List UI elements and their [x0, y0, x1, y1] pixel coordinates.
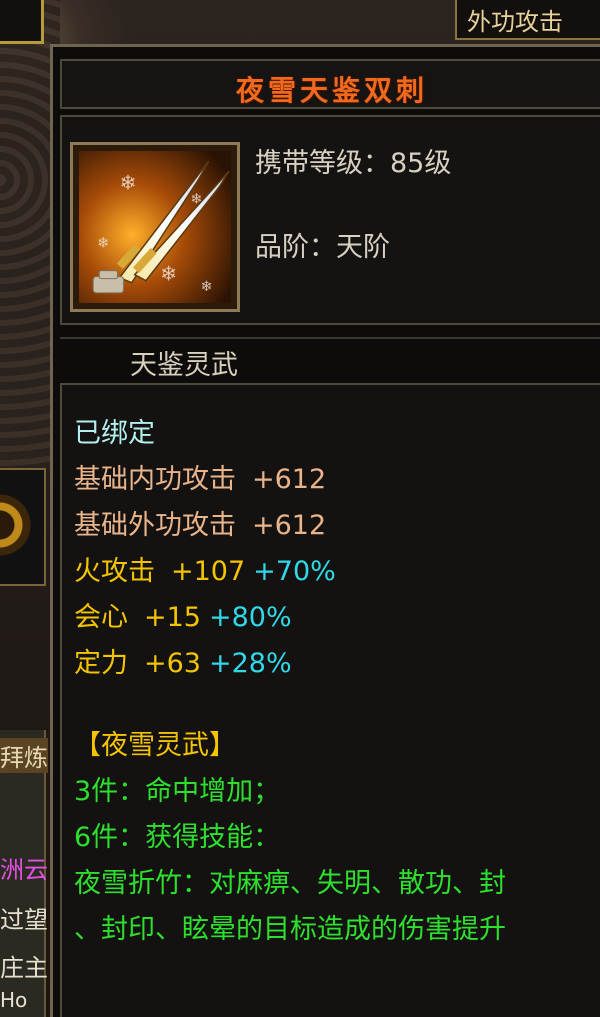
background-slot-frame[interactable] [0, 0, 44, 44]
side-text: 洲云 [0, 856, 48, 884]
stat-name: 基础内功攻击 [74, 464, 236, 495]
set-title: 【夜雪灵武】 [74, 730, 236, 761]
set-line: 6件：获得技能： [74, 822, 281, 853]
stat-name: 基础外功攻击 [74, 510, 236, 541]
background-tab-label: 外功攻击 [467, 8, 563, 36]
background-equipment-slot[interactable] [0, 468, 46, 586]
attribute-panel: 已绑定 基础内功攻击 +612 基础外功攻击 +612 火攻击 +107 +70% 会心… [60, 383, 600, 1017]
svg-text:❄: ❄ [201, 279, 213, 295]
stat-row: 定力 +63 +28% [74, 647, 292, 681]
stat-value: +612 [252, 464, 327, 495]
set-line: 夜雪折竹：对麻痹、失明、散功、封 [74, 868, 506, 899]
stat-value: +612 [252, 510, 327, 541]
stat-bonus: +28% [208, 648, 292, 679]
stat-name: 会心 [74, 602, 128, 633]
stat-row: 火攻击 +107 +70% [74, 555, 336, 589]
carry-level: 携带等级：85级 [255, 148, 452, 179]
svg-text:❄: ❄ [120, 171, 137, 195]
stat-row: 会心 +15 +80% [74, 601, 292, 635]
stat-value: +15 [144, 602, 201, 633]
set-category-row: 天鉴灵武 [60, 337, 600, 381]
stat-name: 定力 [74, 648, 128, 679]
svg-text:❄: ❄ [160, 262, 177, 286]
item-grade: 品阶：天阶 [255, 232, 390, 263]
stat-value: +107 [171, 556, 246, 587]
item-info-panel: ❄ ❄ ❄ ❄ ❄ 携带等级：85级 品阶：天阶 [60, 115, 600, 325]
set-category: 天鉴灵武 [130, 350, 238, 381]
item-tooltip: 夜雪天鉴双刺 ❄ ❄ ❄ ❄ ❄ 携带等级：85级 品阶：天阶 天鉴灵武 已绑定… [50, 44, 600, 1017]
stat-name: 火攻击 [74, 556, 155, 587]
twin-daggers-icon: ❄ ❄ ❄ ❄ ❄ [79, 151, 231, 303]
stat-value: +63 [144, 648, 201, 679]
stat-bonus: +80% [208, 602, 292, 633]
background-side-panel: 拜炼 洲云 过望 庄主 Ho [0, 730, 48, 1017]
set-line: 、封印、眩晕的目标造成的伤害提升 [74, 914, 506, 945]
stat-row: 基础内功攻击 +612 [74, 463, 326, 497]
set-line: 3件：命中增加； [74, 776, 281, 807]
stat-row: 基础外功攻击 +612 [74, 509, 326, 543]
side-text: Ho [0, 988, 28, 1012]
side-text: 过望 [0, 906, 48, 934]
stat-bonus: +70% [253, 556, 336, 587]
item-icon-frame: ❄ ❄ ❄ ❄ ❄ [70, 142, 240, 312]
side-text: 拜炼 [0, 738, 48, 773]
game-screen: 外功攻击 拜炼 洲云 过望 庄主 Ho 夜雪天鉴双刺 ❄ ❄ ❄ ❄ ❄ 携带等… [0, 0, 600, 1017]
svg-text:❄: ❄ [97, 235, 109, 251]
background-tab[interactable]: 外功攻击 [455, 0, 600, 40]
item-name: 夜雪天鉴双刺 [235, 74, 428, 107]
tooltip-title-bar: 夜雪天鉴双刺 [60, 59, 600, 109]
bind-status: 已绑定 [74, 418, 155, 449]
side-text: 庄主 [0, 954, 48, 982]
